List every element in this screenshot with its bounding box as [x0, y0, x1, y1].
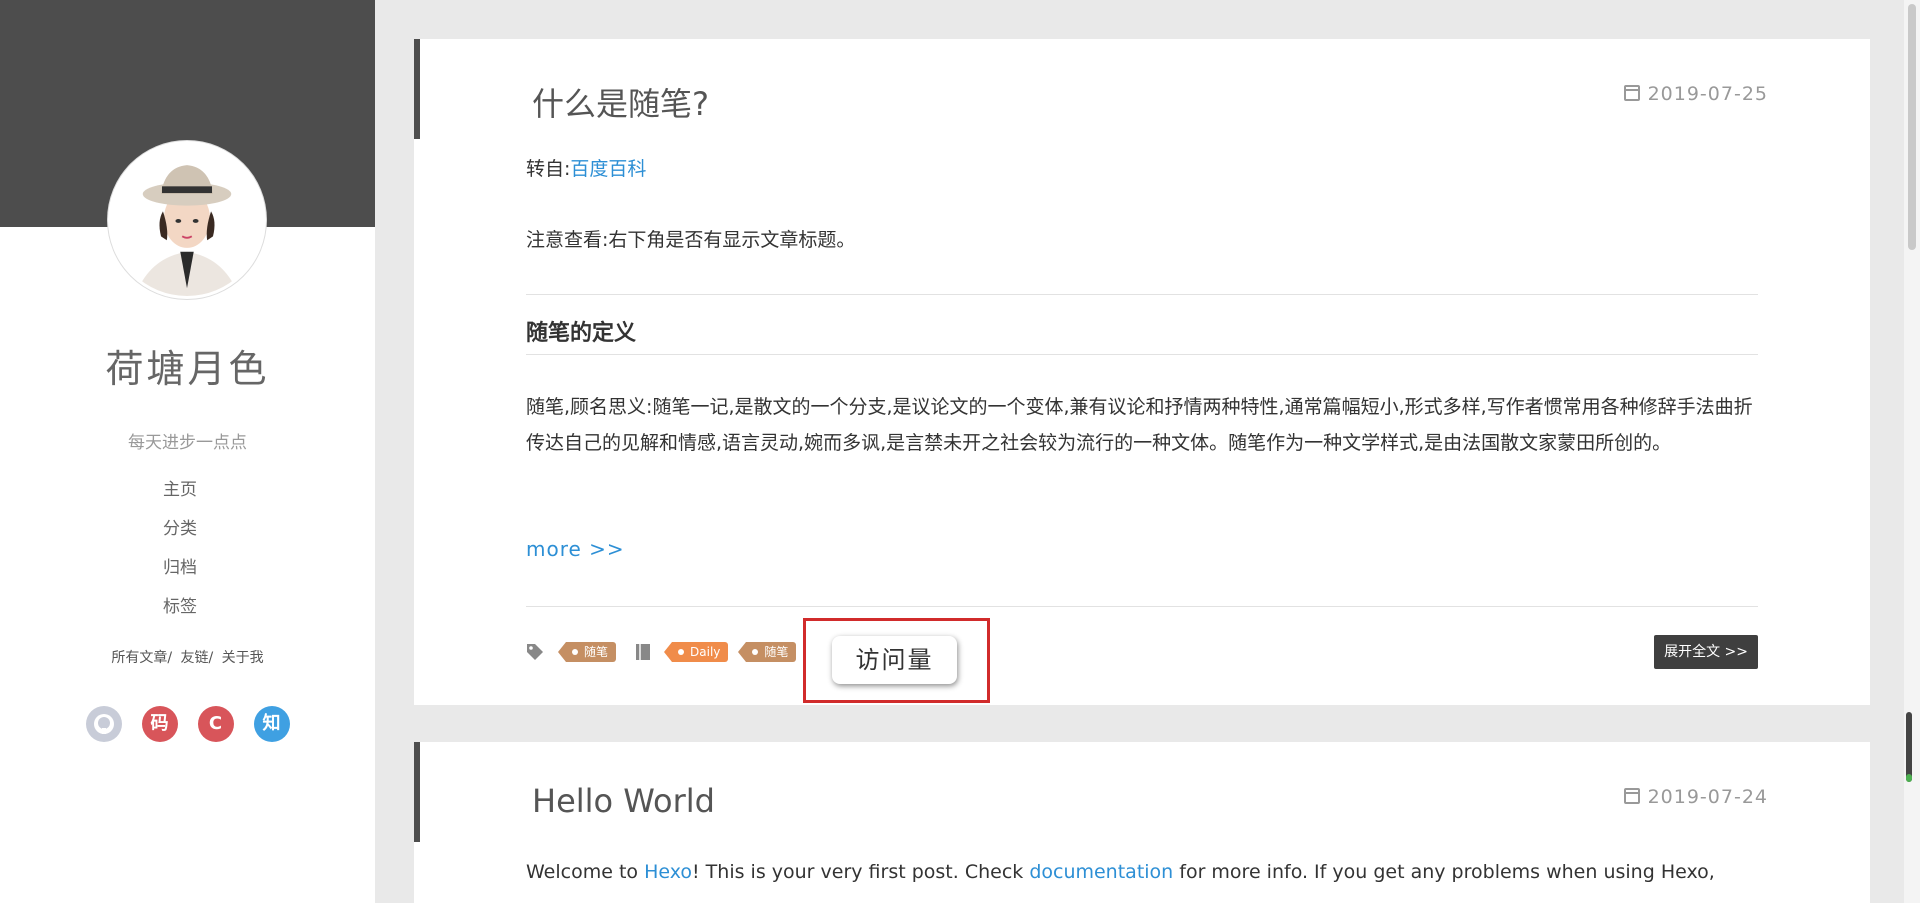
link-about[interactable]: 关于我 — [222, 650, 264, 666]
category-item[interactable]: 随笔 — [738, 642, 797, 662]
post-meta: 随笔 Daily 随笔 — [526, 635, 806, 669]
post-card: Hello World 2019-07-24 Welcome to Hexo! … — [414, 742, 1870, 903]
nav-tags[interactable]: 标签 — [0, 596, 360, 635]
csdn-icon[interactable]: C — [197, 706, 234, 742]
nav-archives[interactable]: 归档 — [0, 557, 360, 596]
gitee-icon[interactable]: 码 — [141, 706, 178, 742]
post-paragraph: 随笔,顾名思义:随笔一记,是散文的一个分支,是议论文的一个变体,兼有议论和抒情两… — [526, 396, 1753, 454]
visit-count-button[interactable]: 访问量 — [832, 636, 957, 684]
post-note: 注意查看:右下角是否有显示文章标题。 — [526, 229, 856, 251]
divider — [526, 606, 1758, 607]
hexo-link[interactable]: Hexo — [644, 861, 692, 883]
site-title[interactable]: 荷塘月色 — [0, 338, 375, 393]
divider — [526, 354, 1758, 355]
more-link[interactable]: more >> — [526, 537, 625, 561]
post-accent-bar — [414, 742, 420, 842]
post-date: 2019-07-25 — [1623, 83, 1768, 105]
sidebar: 荷塘月色 每天进步一点点 主页 分类 归档 标签 所有文章/ 友链/ 关于我 码… — [0, 0, 375, 903]
zhihu-icon[interactable]: 知 — [253, 706, 290, 742]
calendar-icon — [1623, 788, 1640, 804]
category-icon — [636, 644, 651, 660]
text: ! This is your very first post. Check — [692, 861, 1030, 883]
sidebar-sublinks: 所有文章/ 友链/ 关于我 — [0, 647, 375, 667]
calendar-icon — [1623, 85, 1640, 101]
site-subtitle: 每天进步一点点 — [128, 433, 247, 453]
nav-categories[interactable]: 分类 — [0, 518, 360, 557]
page-progress-marker — [1906, 774, 1912, 782]
post-date: 2019-07-24 — [1623, 786, 1768, 808]
post-date-value: 2019-07-24 — [1647, 786, 1768, 808]
text: for more info. If you get any problems w… — [1173, 861, 1715, 883]
expand-full-button[interactable]: 展开全文 >> — [1654, 635, 1758, 669]
category-item[interactable]: Daily — [663, 642, 729, 662]
github-icon[interactable] — [85, 706, 122, 742]
source-prefix: 转自: — [526, 158, 571, 180]
tag-item[interactable]: 随笔 — [557, 642, 617, 662]
sidebar-nav: 主页 分类 归档 标签 — [0, 479, 360, 635]
text: Welcome to — [526, 861, 645, 883]
link-friends[interactable]: 友链/ — [181, 650, 214, 666]
divider — [526, 294, 1758, 295]
post-accent-bar — [414, 39, 420, 139]
section-heading: 随笔的定义 — [526, 321, 637, 346]
nav-home[interactable]: 主页 — [0, 479, 360, 518]
post-title[interactable]: 什么是随笔? — [532, 79, 709, 125]
post-paragraph: Welcome to Hexo! This is your very first… — [526, 854, 1758, 890]
documentation-link[interactable]: documentation — [1029, 861, 1173, 883]
scrollbar-thumb[interactable] — [1908, 4, 1916, 250]
link-all-posts[interactable]: 所有文章/ — [111, 650, 172, 666]
page-progress-indicator — [1906, 712, 1912, 782]
post-card: 什么是随笔? 2019-07-25 转自:百度百科 注意查看:右下角是否有显示文… — [414, 39, 1870, 705]
post-source: 转自:百度百科 — [526, 151, 1758, 187]
post-title[interactable]: Hello World — [532, 782, 715, 820]
tag-icon — [527, 644, 543, 660]
post-date-value: 2019-07-25 — [1647, 83, 1768, 105]
avatar[interactable] — [108, 141, 266, 299]
github-mark — [93, 714, 114, 734]
avatar-image — [111, 144, 263, 296]
social-links: 码 C 知 — [0, 706, 375, 742]
source-link[interactable]: 百度百科 — [570, 158, 646, 180]
